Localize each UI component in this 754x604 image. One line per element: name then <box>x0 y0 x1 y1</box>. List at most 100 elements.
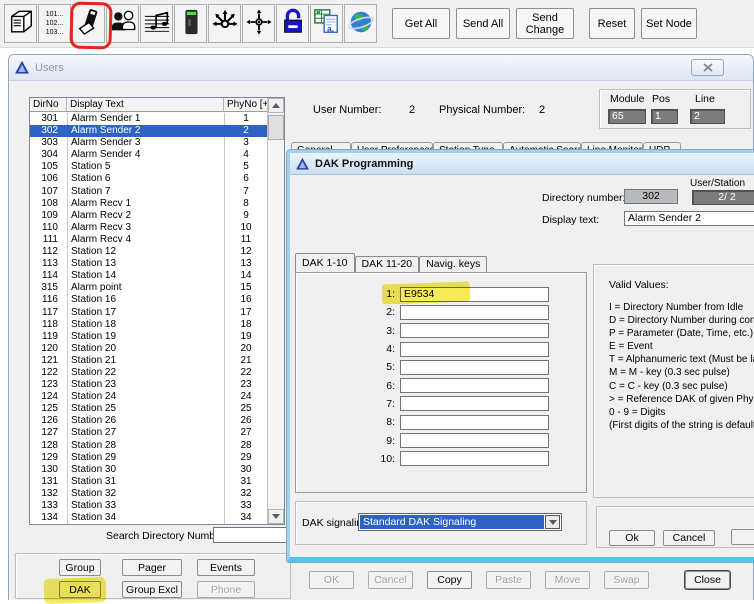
dak-key-input[interactable] <box>400 433 549 448</box>
locate-button[interactable] <box>242 4 275 43</box>
table-row[interactable]: 114 Station 14 14 <box>30 270 268 282</box>
dak-tab[interactable]: DAK 1-10 <box>295 253 355 272</box>
dak-tab[interactable]: Navig. keys <box>419 256 487 272</box>
users-action-button[interactable]: Cancel <box>368 571 413 589</box>
toolbar-button[interactable]: Send Change <box>516 8 574 39</box>
dialog-button[interactable]: Cancel <box>663 530 715 546</box>
tones-button[interactable] <box>140 4 173 43</box>
table-row[interactable]: 301 Alarm Sender 1 1 <box>30 113 268 125</box>
dak-titlebar[interactable]: DAK Programming <box>290 153 754 175</box>
table-row[interactable]: 129 Station 29 29 <box>30 452 268 464</box>
table-row[interactable]: 117 Station 17 17 <box>30 307 268 319</box>
lock-button[interactable] <box>276 4 309 43</box>
cut-off-button[interactable] <box>731 529 754 545</box>
table-row[interactable]: 107 Station 7 7 <box>30 186 268 198</box>
dak-key-input[interactable] <box>400 415 549 430</box>
toolbar-button[interactable]: Get All <box>392 8 450 39</box>
table-row[interactable]: 134 Station 34 34 <box>30 512 268 524</box>
dak-key-input[interactable] <box>400 396 549 411</box>
network-button[interactable] <box>344 4 377 43</box>
table-row[interactable]: 133 Station 33 33 <box>30 500 268 512</box>
dropdown-button[interactable] <box>545 515 560 529</box>
cell-dirno: 117 <box>30 307 67 319</box>
users-action-button[interactable]: Close <box>685 571 730 589</box>
table-row[interactable]: 126 Station 26 26 <box>30 415 268 427</box>
table-row[interactable]: 121 Station 21 21 <box>30 355 268 367</box>
function-button[interactable]: Phone <box>197 581 255 598</box>
table-row[interactable]: 125 Station 25 25 <box>30 403 268 415</box>
table-row[interactable]: 105 Station 5 5 <box>30 161 268 173</box>
device-button[interactable] <box>174 4 207 43</box>
dak-key-input[interactable] <box>400 305 549 320</box>
directory-numbers-button[interactable]: 101... 102... 103... <box>38 4 71 43</box>
dak-key-input[interactable] <box>400 342 549 357</box>
function-button[interactable]: Group <box>59 559 101 576</box>
table-row[interactable]: 120 Station 20 20 <box>30 343 268 355</box>
dak-tab[interactable]: DAK 11-20 <box>355 256 420 272</box>
table-row[interactable]: 113 Station 13 13 <box>30 258 268 270</box>
users-action-button[interactable]: OK <box>309 571 354 589</box>
toolbar-button[interactable]: Reset <box>589 8 635 39</box>
scroll-thumb[interactable] <box>268 115 284 140</box>
dak-key-label: 10: <box>296 453 400 465</box>
dialog-button[interactable]: Ok <box>609 530 655 546</box>
dak-key-input[interactable] <box>400 378 549 393</box>
function-button[interactable]: Pager <box>122 559 182 576</box>
table-row[interactable]: 116 Station 16 16 <box>30 294 268 306</box>
function-button[interactable]: Events <box>197 559 255 576</box>
table-row[interactable]: 132 Station 32 32 <box>30 488 268 500</box>
table-row[interactable]: 118 Station 18 18 <box>30 319 268 331</box>
table-row[interactable]: 130 Station 30 30 <box>30 464 268 476</box>
table-row[interactable]: 302 Alarm Sender 2 2 <box>30 125 268 137</box>
distribute-button[interactable] <box>208 4 241 43</box>
table-row[interactable]: 128 Station 28 28 <box>30 440 268 452</box>
dak-key-input[interactable]: E9534 <box>400 287 549 302</box>
scroll-up-button[interactable] <box>268 98 284 113</box>
table-row[interactable]: 123 Station 23 23 <box>30 379 268 391</box>
dak-key-input[interactable] <box>400 323 549 338</box>
table-row[interactable]: 303 Alarm Sender 3 3 <box>30 137 268 149</box>
toolbar-button[interactable]: Set Node <box>641 8 697 39</box>
table-row[interactable]: 122 Station 22 22 <box>30 367 268 379</box>
cell-dirno: 128 <box>30 440 67 452</box>
function-button[interactable]: DAK <box>59 581 101 598</box>
exchange-server-button[interactable] <box>4 4 37 43</box>
table-row[interactable]: 112 Station 12 12 <box>30 246 268 258</box>
scroll-down-button[interactable] <box>268 509 284 524</box>
column-header-dirno[interactable]: DirNo <box>30 98 67 112</box>
table-row[interactable]: 119 Station 19 19 <box>30 331 268 343</box>
users-action-button[interactable]: Copy <box>427 571 472 589</box>
table-row[interactable]: 110 Alarm Recv 3 10 <box>30 222 268 234</box>
table-row[interactable]: 127 Station 27 27 <box>30 427 268 439</box>
cell-phyno: 29 <box>224 452 268 464</box>
export-button[interactable]: a, <box>310 4 343 43</box>
column-header-phyno[interactable]: PhyNo [+] <box>224 98 268 112</box>
dak-key-input[interactable] <box>400 451 549 466</box>
cell-phyno: 4 <box>224 149 268 161</box>
display-text-field[interactable]: Alarm Sender 2 <box>624 211 754 226</box>
column-header-display-text[interactable]: Display Text <box>67 98 224 112</box>
table-row[interactable]: 124 Station 24 24 <box>30 391 268 403</box>
users-action-button[interactable]: Paste <box>486 571 531 589</box>
table-row[interactable]: 315 Alarm point 15 <box>30 282 268 294</box>
table-row[interactable]: 131 Station 31 31 <box>30 476 268 488</box>
users-titlebar[interactable]: Users <box>9 55 753 81</box>
module-pos-line-box: Module Pos Line 65 1 2 <box>599 89 751 129</box>
dak-signaling-dropdown[interactable]: Standard DAK Signaling <box>358 513 562 531</box>
table-row[interactable]: 106 Station 6 6 <box>30 173 268 185</box>
dak-key-label: 7: <box>296 398 400 410</box>
table-row[interactable]: 109 Alarm Recv 2 9 <box>30 210 268 222</box>
app-triangle-icon <box>15 61 29 74</box>
cell-display-text: Station 21 <box>67 355 224 367</box>
cell-display-text: Alarm Recv 4 <box>67 234 224 246</box>
dak-key-input[interactable] <box>400 360 549 375</box>
table-row[interactable]: 111 Alarm Recv 4 11 <box>30 234 268 246</box>
users-action-button[interactable]: Swap <box>604 571 649 589</box>
toolbar-button[interactable]: Send All <box>456 8 510 39</box>
table-scrollbar[interactable] <box>267 98 284 524</box>
users-action-button[interactable]: Move <box>545 571 590 589</box>
function-button[interactable]: Group Excl <box>122 581 182 598</box>
table-row[interactable]: 304 Alarm Sender 4 4 <box>30 149 268 161</box>
table-row[interactable]: 108 Alarm Recv 1 8 <box>30 198 268 210</box>
close-button[interactable] <box>691 59 724 76</box>
